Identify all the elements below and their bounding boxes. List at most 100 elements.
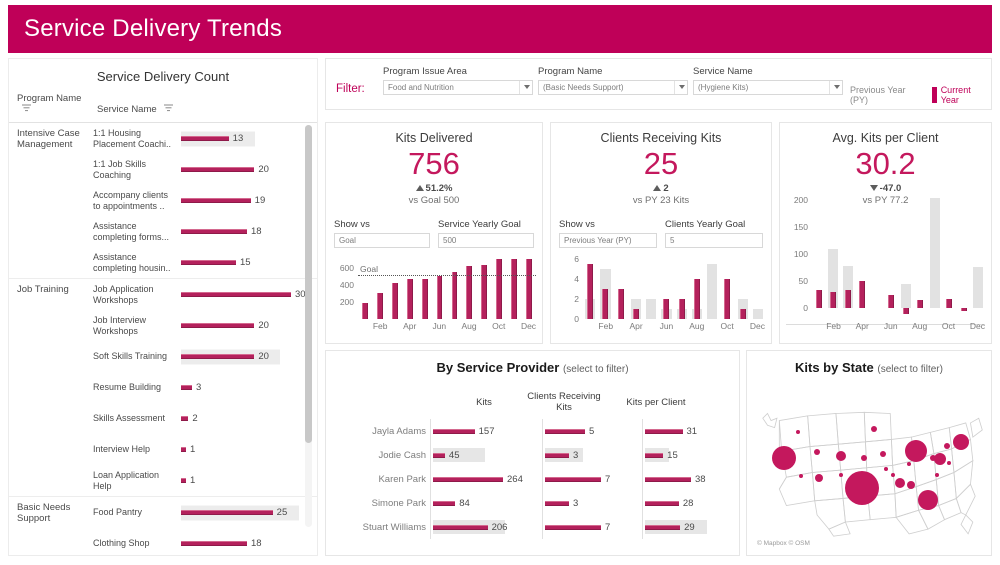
map-state-marker[interactable] <box>894 478 905 488</box>
provider-panel-hint: (select to filter) <box>562 364 629 375</box>
table-row[interactable]: Accompany clients to appointments .. 19 <box>93 185 317 216</box>
axis-tick-label: Feb <box>372 321 388 331</box>
avg-kits-per-client-y-axis: 0 50 100 150 200 <box>786 195 810 319</box>
current-year-bar <box>830 292 837 309</box>
table-scrollbar-thumb[interactable] <box>305 125 312 443</box>
current-year-bar <box>859 281 866 309</box>
map-state-marker[interactable] <box>880 451 887 458</box>
kpi-value: 756 <box>408 146 460 181</box>
map-state-marker[interactable] <box>907 462 912 467</box>
column-header-service-name-label: Service Name <box>97 104 157 116</box>
map-state-marker[interactable] <box>905 439 928 462</box>
row-service-name: Job Interview Workshops <box>93 315 147 336</box>
map-state-marker[interactable] <box>918 490 938 510</box>
chart-bar-group <box>507 258 521 319</box>
map-state-marker[interactable] <box>844 471 879 506</box>
chevron-down-icon[interactable] <box>674 81 687 94</box>
row-value: 25 <box>276 507 288 518</box>
sort-icon[interactable] <box>164 104 174 115</box>
row-value: 30 <box>295 289 306 300</box>
axis-tick-label: Dec <box>749 321 766 331</box>
table-row[interactable]: Job Application Workshops 30 <box>93 279 317 310</box>
map-state-marker[interactable] <box>890 472 895 477</box>
filter-bar: Filter: Program Issue Area Food and Nutr… <box>325 58 992 110</box>
row-bar-cell: 19 <box>181 185 317 216</box>
map-state-marker[interactable] <box>935 472 940 477</box>
filter-program-name-select[interactable]: (Basic Needs Support) <box>538 80 688 95</box>
provider-row[interactable]: Stuart Williams 206 7 29 <box>326 515 739 539</box>
filter-service-name-label: Service Name <box>693 66 753 77</box>
map-state-marker[interactable] <box>861 454 868 461</box>
show-vs-select[interactable]: Goal <box>334 233 430 248</box>
provider-row[interactable]: Simone Park 84 3 28 <box>326 491 739 515</box>
chevron-down-icon[interactable] <box>829 81 842 94</box>
table-row[interactable]: Assistance completing forms... 18 <box>93 216 317 247</box>
program-group-label: Job Training <box>17 284 69 295</box>
map-state-marker[interactable] <box>772 445 797 470</box>
yearly-goal-input[interactable]: 5 <box>665 233 763 248</box>
table-row[interactable]: Resume Building 3 <box>93 372 317 403</box>
map-state-marker[interactable] <box>796 430 801 434</box>
provider-value: 45 <box>448 449 460 461</box>
provider-row[interactable]: Karen Park 264 7 38 <box>326 467 739 491</box>
map-state-marker[interactable] <box>953 434 970 451</box>
axis-tick-label: 4 <box>574 274 579 285</box>
map-state-marker[interactable] <box>933 453 946 466</box>
map-state-marker[interactable] <box>838 472 843 477</box>
table-row[interactable]: Food Pantry 25 <box>93 497 317 528</box>
provider-row[interactable]: Jayla Adams 157 5 31 <box>326 419 739 443</box>
filter-service-name-value: (Hygiene Kits) <box>698 83 749 92</box>
filter-service-name-select[interactable]: (Hygiene Kits) <box>693 80 843 95</box>
avg-kits-per-client-plot <box>812 195 985 319</box>
service-table-body[interactable]: Intensive Case Management 1:1 Housing Pla… <box>9 123 317 549</box>
table-row[interactable]: Interview Help 1 <box>93 434 317 465</box>
current-year-bar <box>739 309 746 319</box>
table-row[interactable]: 1:1 Housing Placement Coachi.. 13 <box>93 123 317 154</box>
filter-program-issue-area-value: Food and Nutrition <box>388 83 454 92</box>
kpi-card-avg-kits-per-client: Avg. Kits per Client 30.2 -47.0 vs PY 77… <box>779 122 992 344</box>
table-scrollbar[interactable] <box>305 125 312 527</box>
chevron-down-icon[interactable] <box>519 81 532 94</box>
map-state-marker[interactable] <box>815 473 824 482</box>
yearly-goal-input[interactable]: 500 <box>438 233 534 248</box>
table-row[interactable]: Clothing Shop 18 <box>93 528 317 549</box>
map-canvas[interactable]: © Mapbox © OSM <box>751 381 987 551</box>
table-row[interactable]: Loan Application Help 1 <box>93 465 317 496</box>
provider-name: Jodie Cash <box>378 449 426 461</box>
legend-current-year-swatch <box>931 87 937 103</box>
provider-value: 7 <box>605 473 611 485</box>
table-row[interactable]: 1:1 Job Skills Coaching 20 <box>93 154 317 185</box>
provider-bar <box>545 452 569 458</box>
table-row[interactable]: Soft Skills Training 20 <box>93 341 317 372</box>
map-state-marker[interactable] <box>907 480 916 489</box>
map-state-marker[interactable] <box>798 474 803 479</box>
provider-row[interactable]: Jodie Cash 45 3 15 <box>326 443 739 467</box>
filter-program-issue-area-select[interactable]: Food and Nutrition <box>383 80 533 95</box>
map-state-marker[interactable] <box>947 460 952 465</box>
map-state-marker[interactable] <box>835 450 846 461</box>
sort-icon[interactable] <box>22 104 31 115</box>
axis-tick-label: Apr <box>855 321 869 331</box>
map-state-marker[interactable] <box>870 425 877 432</box>
chart-bar-group <box>583 259 597 319</box>
axis-tick-label <box>477 321 492 337</box>
axis-tick-label <box>869 321 883 337</box>
table-row[interactable]: Job Interview Workshops 20 <box>93 310 317 341</box>
provider-name: Simone Park <box>371 497 426 509</box>
axis-tick-label <box>417 321 432 337</box>
table-header: Program Name Service Name <box>9 91 317 123</box>
table-row[interactable]: Skills Assessment 2 <box>93 403 317 434</box>
program-group: Basic Needs Support Food Pantry 25 Clothing… <box>9 497 317 549</box>
table-row[interactable]: Assistance completing housin.. 15 <box>93 247 317 278</box>
row-service-name: Interview Help <box>93 444 151 455</box>
row-service-name: Skills Assessment <box>93 413 166 424</box>
map-state-marker[interactable] <box>943 442 950 449</box>
column-header-program-name-label: Program Name <box>17 93 82 104</box>
map-state-marker[interactable] <box>883 467 888 472</box>
row-bar <box>181 385 192 390</box>
row-bar <box>181 260 236 265</box>
show-vs-select[interactable]: Previous Year (PY) <box>559 233 657 248</box>
map-state-marker[interactable] <box>814 449 821 456</box>
app-header: Service Delivery Trends <box>8 5 992 53</box>
row-value: 15 <box>240 257 251 268</box>
